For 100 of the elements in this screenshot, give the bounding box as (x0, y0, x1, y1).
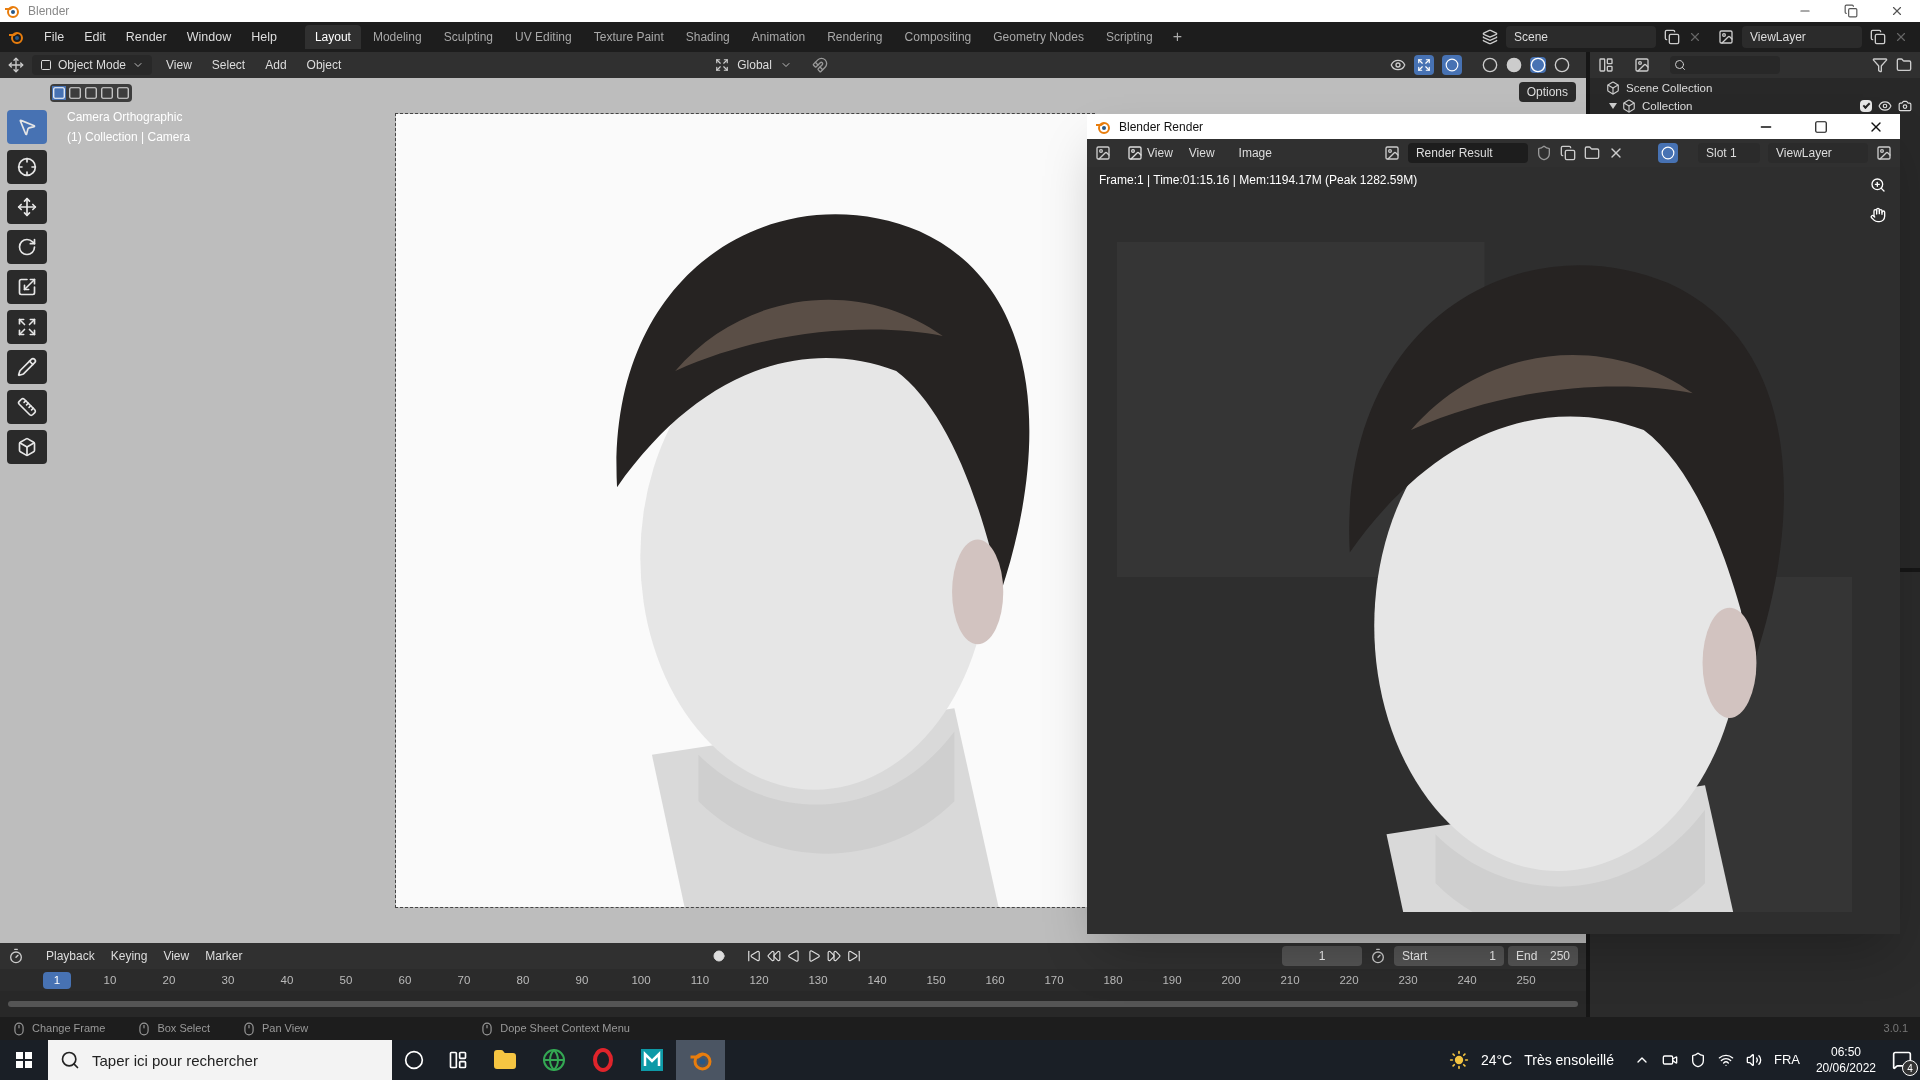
outliner-item[interactable]: Collection (1642, 97, 1693, 115)
menu-item[interactable]: View (1180, 144, 1223, 162)
previous-keyframe-icon[interactable] (766, 949, 781, 963)
add-cube-tool[interactable] (7, 430, 47, 464)
menu-item[interactable]: Marker (199, 947, 249, 965)
taskbar-search-field[interactable]: Taper ici pour rechercher (48, 1040, 392, 1080)
editor-type-icon[interactable] (1095, 145, 1111, 161)
timeline-scrollbar[interactable] (8, 1001, 1578, 1007)
restore-icon[interactable] (1844, 4, 1858, 18)
mode-dropdown[interactable]: Object Mode (32, 55, 153, 75)
add-workspace-button[interactable]: + (1164, 25, 1190, 49)
slot-dropdown[interactable]: Slot 1 (1698, 143, 1760, 163)
current-frame-field[interactable]: 1 (1282, 946, 1362, 966)
wifi-icon[interactable] (1717, 1052, 1734, 1068)
outliner-item[interactable]: Scene Collection (1626, 79, 1713, 97)
solid-icon[interactable] (1506, 57, 1522, 73)
scene-field[interactable]: Scene (1506, 26, 1656, 48)
workspace-tab[interactable]: Scripting (1095, 25, 1163, 49)
camera-icon[interactable] (1661, 1052, 1678, 1068)
wireframe-icon[interactable] (1482, 57, 1498, 73)
overlay-toggle[interactable] (1658, 143, 1678, 163)
eye-icon[interactable] (1878, 99, 1892, 113)
menu-item[interactable]: Image (1230, 144, 1280, 162)
workspace-tab[interactable]: Shading (675, 25, 740, 49)
end-frame-field[interactable]: End 250 (1508, 946, 1578, 966)
shield-icon[interactable] (1535, 145, 1552, 161)
menu-item[interactable]: Edit (76, 27, 114, 47)
workspace-tab[interactable]: Compositing (894, 25, 982, 49)
options-dropdown[interactable]: Options (1518, 82, 1576, 102)
cortana-icon[interactable] (404, 1050, 424, 1070)
scale-tool[interactable] (7, 270, 47, 304)
menu-item[interactable]: View (160, 56, 198, 74)
menu-item[interactable]: Object (300, 56, 348, 74)
stopwatch-icon[interactable] (1370, 948, 1386, 964)
jump-end-icon[interactable] (846, 949, 861, 963)
menu-item[interactable]: File (36, 27, 73, 47)
workspace-tab[interactable]: Geometry Nodes (983, 25, 1094, 49)
select-mode-icon[interactable] (68, 86, 82, 100)
editor-type-icon[interactable] (8, 57, 24, 73)
select-mode-icon[interactable] (116, 86, 130, 100)
eye-icon[interactable] (1390, 57, 1406, 73)
close-icon[interactable] (1890, 4, 1904, 18)
clock[interactable]: 06:50 20/06/2022 (1815, 1044, 1876, 1076)
weather-text[interactable]: Très ensoleillé (1524, 1049, 1614, 1071)
play-reverse-icon[interactable] (786, 949, 801, 963)
overlay-toggle[interactable] (1442, 55, 1462, 75)
image-browse-icon[interactable] (1383, 145, 1400, 161)
workspace-tab[interactable]: Texture Paint (583, 25, 674, 49)
task-view-icon[interactable] (448, 1050, 468, 1070)
view-mode-dropdown[interactable]: View (1127, 144, 1173, 162)
copy-icon[interactable] (1664, 29, 1680, 45)
filter-icon[interactable] (1872, 57, 1888, 73)
workspace-tab[interactable]: Modeling (362, 25, 432, 49)
magnet-icon[interactable] (811, 57, 828, 73)
select-mode-icon[interactable] (84, 86, 98, 100)
copy-icon[interactable] (1559, 145, 1576, 161)
scene-icon[interactable] (1482, 29, 1498, 45)
copy-icon[interactable] (1870, 29, 1886, 45)
image-icon[interactable] (1718, 29, 1734, 45)
hand-icon[interactable] (1870, 207, 1886, 223)
record-icon[interactable] (712, 950, 725, 962)
menu-item[interactable]: Add (259, 56, 293, 74)
outliner-search-field[interactable] (1670, 56, 1780, 74)
menu-item[interactable]: Help (243, 27, 285, 47)
menu-item[interactable]: Select (205, 56, 252, 74)
view-layer-field[interactable]: ViewLayer (1742, 26, 1862, 48)
workspace-tab[interactable]: Layout (304, 25, 361, 49)
image-name-field[interactable]: Render Result (1407, 143, 1528, 163)
select-tool[interactable] (7, 110, 47, 144)
next-keyframe-icon[interactable] (826, 949, 841, 963)
display-channels-icon[interactable] (1876, 145, 1892, 161)
temperature[interactable]: 24°C (1480, 1049, 1513, 1071)
orientation-dropdown[interactable]: Global (733, 56, 776, 74)
select-mode-icon[interactable] (100, 86, 114, 100)
material-icon[interactable] (1530, 57, 1546, 73)
editor-type-icon[interactable] (8, 948, 24, 964)
windows-logo-icon[interactable] (16, 1052, 32, 1068)
cursor-tool[interactable] (7, 150, 47, 184)
workspace-tab[interactable]: Sculpting (433, 25, 503, 49)
maximize-icon[interactable] (1814, 119, 1828, 134)
menu-item[interactable]: Playback (40, 947, 101, 965)
workspace-tab[interactable]: Animation (741, 25, 816, 49)
workspace-tab[interactable]: UV Editing (505, 25, 582, 49)
folder-icon[interactable] (1583, 145, 1600, 161)
menu-item[interactable]: Keying (104, 947, 154, 965)
jump-start-icon[interactable] (746, 949, 761, 963)
gizmo-toggle[interactable] (1414, 55, 1434, 75)
rotate-tool[interactable] (7, 230, 47, 264)
notification-icon[interactable] (1892, 1050, 1912, 1070)
menu-item[interactable]: Window (178, 27, 240, 47)
language-indicator[interactable]: FRA (1773, 1050, 1800, 1070)
play-icon[interactable] (806, 949, 821, 963)
move-tool[interactable] (7, 190, 47, 224)
checkbox[interactable] (1860, 100, 1872, 112)
menu-item[interactable]: View (157, 947, 196, 965)
camera-icon[interactable] (1898, 99, 1912, 113)
transform-tool[interactable] (7, 310, 47, 344)
measure-tool[interactable] (7, 390, 47, 424)
sun-icon[interactable] (1448, 1050, 1469, 1070)
outliner-icon[interactable] (1598, 57, 1614, 73)
